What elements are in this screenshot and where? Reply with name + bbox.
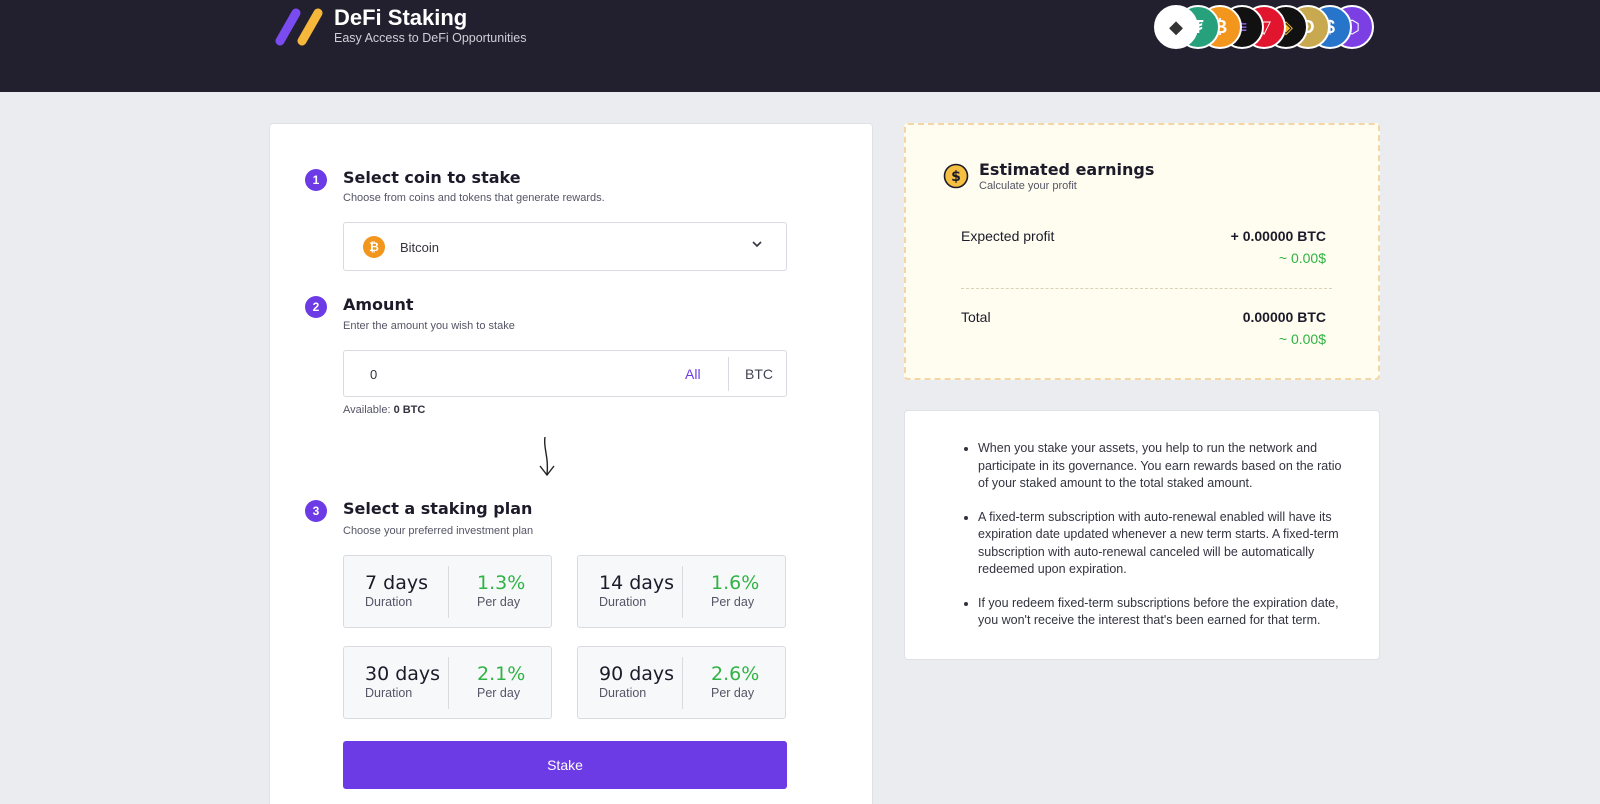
available-value: 0 BTC bbox=[393, 404, 426, 416]
plan-90-days[interactable]: 90 days Duration 2.6% Per day bbox=[577, 646, 786, 719]
plan-rate: 1.6% bbox=[711, 572, 760, 594]
currency-label: BTC bbox=[745, 366, 773, 382]
info-item: If you redeem fixed-term subscriptions b… bbox=[978, 595, 1348, 630]
step-2-description: Enter the amount you wish to stake bbox=[343, 320, 515, 332]
amount-divider bbox=[728, 357, 729, 391]
info-item: A fixed-term subscription with auto-rene… bbox=[978, 509, 1348, 579]
step-1-badge: 1 bbox=[305, 169, 327, 191]
plan-duration: 90 days bbox=[599, 663, 675, 685]
plan-divider bbox=[448, 657, 449, 709]
amount-input[interactable] bbox=[370, 364, 650, 384]
expected-profit-usd: ~ 0.00$ bbox=[1278, 250, 1326, 266]
staking-info-card: When you stake your assets, you help to … bbox=[904, 410, 1380, 660]
step-1-description: Choose from coins and tokens that genera… bbox=[343, 192, 605, 204]
app-header: DeFi Staking Easy Access to DeFi Opportu… bbox=[0, 0, 1600, 92]
plan-duration-label: Duration bbox=[365, 595, 413, 609]
step-3-description: Choose your preferred investment plan bbox=[343, 525, 534, 537]
app-subtitle: Easy Access to DeFi Opportunities bbox=[334, 31, 527, 45]
total-usd: ~ 0.00$ bbox=[1278, 331, 1326, 347]
step-2-title: Amount bbox=[343, 295, 414, 314]
plan-7-days[interactable]: 7 days Duration 1.3% Per day bbox=[343, 555, 552, 628]
plan-duration-label: Duration bbox=[365, 686, 413, 700]
estimated-earnings-card: $ Estimated earnings Calculate your prof… bbox=[904, 123, 1380, 380]
earnings-divider bbox=[961, 288, 1332, 289]
info-item: When you stake your assets, you help to … bbox=[978, 440, 1348, 493]
expected-profit-value: + 0.00000 BTC bbox=[1230, 228, 1326, 244]
plan-divider bbox=[682, 657, 683, 709]
plan-divider bbox=[448, 566, 449, 618]
plan-rate: 2.1% bbox=[477, 663, 526, 685]
dollar-coin-icon: $ bbox=[943, 163, 969, 189]
plan-14-days[interactable]: 14 days Duration 1.6% Per day bbox=[577, 555, 786, 628]
selected-coin-label: Bitcoin bbox=[400, 240, 440, 255]
earnings-subtitle: Calculate your profit bbox=[979, 180, 1077, 192]
plan-duration: 30 days bbox=[365, 663, 441, 685]
plan-30-days[interactable]: 30 days Duration 2.1% Per day bbox=[343, 646, 552, 719]
stake-button[interactable]: Stake bbox=[343, 741, 787, 789]
coin-select[interactable]: ₿ Bitcoin bbox=[343, 222, 787, 271]
all-amount-button[interactable]: All bbox=[685, 366, 701, 382]
logo-icon[interactable] bbox=[274, 7, 326, 47]
plan-rate: 2.6% bbox=[711, 663, 760, 685]
plan-rate-label: Per day bbox=[477, 595, 521, 609]
step-3-badge: 3 bbox=[305, 500, 327, 522]
plan-rate: 1.3% bbox=[477, 572, 526, 594]
app-title: DeFi Staking bbox=[334, 5, 468, 30]
plan-rate-label: Per day bbox=[477, 686, 521, 700]
step-3-title: Select a staking plan bbox=[343, 499, 533, 518]
plan-rate-label: Per day bbox=[711, 595, 755, 609]
plan-duration: 14 days bbox=[599, 572, 675, 594]
available-balance: Available: 0 BTC bbox=[343, 404, 425, 416]
earnings-title: Estimated earnings bbox=[979, 160, 1155, 179]
arrow-down-icon bbox=[539, 436, 555, 477]
amount-field: All BTC bbox=[343, 350, 787, 397]
plan-duration: 7 days bbox=[365, 572, 428, 594]
step-2-badge: 2 bbox=[305, 296, 327, 318]
chevron-down-icon bbox=[752, 241, 762, 248]
total-value: 0.00000 BTC bbox=[1242, 309, 1326, 325]
total-label: Total bbox=[961, 309, 991, 325]
available-label: Available: bbox=[343, 404, 391, 416]
plan-duration-label: Duration bbox=[599, 686, 647, 700]
ethereum-icon: ◆ bbox=[1154, 5, 1198, 49]
plan-divider bbox=[682, 566, 683, 618]
plan-duration-label: Duration bbox=[599, 595, 647, 609]
bitcoin-icon: ₿ bbox=[363, 236, 385, 258]
info-list: When you stake your assets, you help to … bbox=[978, 440, 1348, 646]
staking-form: 1 Select coin to stake Choose from coins… bbox=[269, 123, 873, 804]
expected-profit-label: Expected profit bbox=[961, 228, 1055, 244]
plan-rate-label: Per day bbox=[711, 686, 755, 700]
step-1-title: Select coin to stake bbox=[343, 168, 521, 187]
svg-text:$: $ bbox=[951, 169, 961, 185]
